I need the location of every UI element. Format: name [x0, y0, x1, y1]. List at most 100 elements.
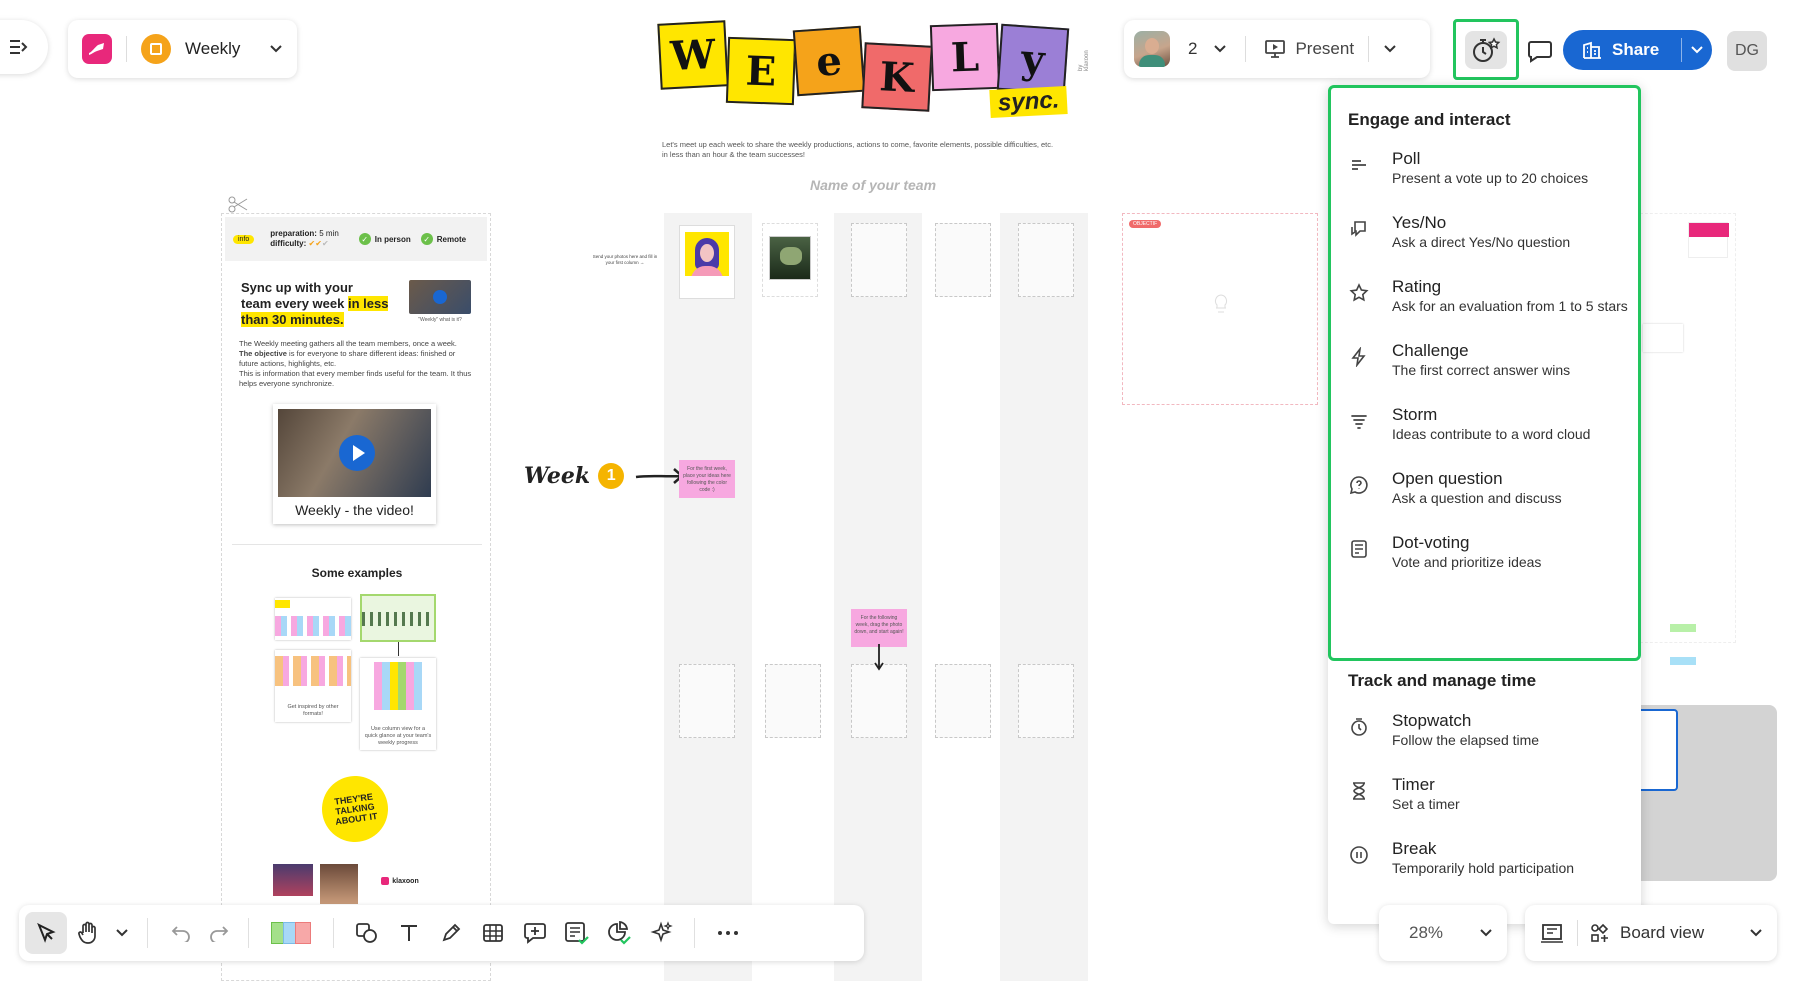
redo-icon [210, 926, 229, 942]
board-view-button[interactable]: Board view [1590, 923, 1763, 943]
menu-item-desc: Ask for an evaluation from 1 to 5 stars [1392, 298, 1628, 314]
menu-item-poll[interactable]: Poll Present a vote up to 20 choices [1328, 144, 1641, 208]
photo-slot[interactable] [679, 664, 735, 738]
sticky-note[interactable]: For the following week, drag the photo d… [851, 609, 907, 647]
select-tool-button[interactable] [25, 912, 67, 954]
more-button[interactable] [707, 912, 749, 954]
objective-frame: OBJECTIF [1122, 213, 1318, 405]
menu-item-timer[interactable]: Timer Set a timer [1328, 770, 1641, 834]
photo-slot[interactable] [762, 223, 818, 297]
building-icon [1583, 41, 1601, 59]
press-thumb[interactable] [320, 864, 358, 904]
example-thumb[interactable]: Get inspired by other formats! [275, 650, 351, 722]
menu-item-title: Rating [1392, 277, 1442, 296]
photo-slot[interactable] [1018, 664, 1074, 738]
photo-slot[interactable] [679, 225, 735, 299]
example-thumb[interactable] [360, 594, 436, 642]
stopwatch-icon [1349, 717, 1369, 737]
example-thumb[interactable]: Use column view for a quick glance at yo… [360, 658, 436, 750]
talking-badge: THEY'RE TALKING ABOUT IT [317, 771, 393, 847]
avatar[interactable] [1134, 31, 1170, 67]
in-person-label: In person [374, 234, 411, 244]
time-section-title: Track and manage time [1348, 671, 1537, 690]
star-icon [1349, 283, 1369, 303]
text-button[interactable] [388, 912, 430, 954]
photo-slot[interactable] [935, 223, 991, 297]
redo-button[interactable] [202, 912, 236, 954]
pause-icon [1349, 845, 1369, 865]
menu-item-title: Break [1392, 839, 1437, 858]
pen-button[interactable] [430, 912, 472, 954]
menu-item-open-question[interactable]: Open question Ask a question and discuss [1328, 464, 1641, 528]
menu-item-dot-voting[interactable]: Dot-voting Vote and prioritize ideas [1328, 528, 1641, 592]
menu-item-storm[interactable]: Storm Ideas contribute to a word cloud [1328, 400, 1641, 464]
chevron-down-icon[interactable] [115, 928, 129, 938]
photo-slot[interactable] [935, 664, 991, 738]
menu-item-desc: Set a timer [1392, 796, 1460, 812]
sticky-note[interactable]: For the first week, place your ideas her… [679, 460, 735, 498]
sticky-notes-button[interactable] [261, 912, 321, 954]
form-check-icon [565, 922, 589, 945]
minimap[interactable] [1633, 705, 1777, 881]
check-icon: ✓ [358, 233, 371, 245]
klaxoon-logo[interactable] [82, 34, 112, 64]
table-button[interactable] [472, 912, 514, 954]
activities-button[interactable] [1465, 31, 1507, 69]
shapes-button[interactable] [346, 912, 388, 954]
scissors-icon [228, 196, 248, 214]
chevron-down-icon[interactable] [1383, 44, 1397, 54]
example-thumb[interactable] [275, 598, 351, 640]
share-button[interactable]: Share [1563, 30, 1659, 70]
info-panel: info preparation: 5 min difficulty: ✔✔✔ … [221, 213, 491, 981]
board-title-bar: Weekly [68, 20, 297, 78]
comments-button[interactable] [1521, 32, 1559, 70]
text-icon [401, 925, 417, 941]
table-icon [483, 924, 503, 942]
chevron-down-icon[interactable] [1213, 44, 1227, 54]
video-card[interactable]: Weekly - the video! [273, 404, 436, 524]
undo-button[interactable] [160, 912, 202, 954]
chart-check-icon [608, 921, 631, 945]
pan-tool-button[interactable] [67, 912, 109, 954]
menu-item-title: Yes/No [1392, 213, 1447, 232]
photo-slot[interactable] [851, 664, 907, 738]
avatar [769, 236, 811, 280]
weekly-banner: WEeKLy sync. by klaxoon [655, 14, 1095, 134]
menu-item-rating[interactable]: Rating Ask for an evaluation from 1 to 5 … [1328, 272, 1641, 336]
play-icon[interactable] [339, 435, 375, 471]
photo-slot[interactable] [765, 664, 821, 738]
zoom-control[interactable]: 28% [1379, 905, 1507, 961]
klaxoon-press-card[interactable]: klaxoon [364, 866, 436, 896]
template-button[interactable] [556, 912, 598, 954]
check-icon: ✓ [420, 233, 433, 245]
sidebar-toggle-button[interactable] [0, 20, 48, 74]
collaborators-count: 2 [1188, 39, 1198, 58]
sync-label: sync. [989, 85, 1069, 119]
menu-item-break[interactable]: Break Temporarily hold participation [1328, 834, 1641, 898]
menu-item-title: Open question [1392, 469, 1503, 488]
photo-slot[interactable] [1018, 223, 1074, 297]
frame-icon[interactable] [1539, 922, 1565, 944]
board-view-label: Board view [1620, 923, 1705, 942]
menu-item-yes-no[interactable]: Yes/No Ask a direct Yes/No question [1328, 208, 1641, 272]
share-options-button[interactable] [1682, 30, 1712, 70]
storm-icon [1349, 411, 1369, 431]
present-button[interactable]: Present [1264, 39, 1354, 59]
press-thumb[interactable] [273, 864, 313, 896]
activities-tool-button[interactable] [598, 912, 640, 954]
add-comment-button[interactable] [514, 912, 556, 954]
video-thumbnail[interactable] [409, 280, 471, 314]
ai-button[interactable] [640, 912, 682, 954]
user-avatar[interactable]: DG [1727, 31, 1767, 71]
shapes-icon [356, 923, 377, 943]
menu-item-stopwatch[interactable]: Stopwatch Follow the elapsed time [1328, 706, 1641, 770]
board-name[interactable]: Weekly [185, 39, 240, 59]
poll-icon [1349, 155, 1369, 175]
view-controls: Board view [1525, 905, 1777, 961]
team-name-placeholder[interactable]: Name of your team [810, 177, 936, 193]
photo-slot[interactable] [851, 223, 907, 297]
activities-menu: Engage and interact Poll Present a vote u… [1328, 85, 1641, 924]
banner-credit: by klaxoon [1078, 50, 1090, 71]
menu-item-challenge[interactable]: Challenge The first correct answer wins [1328, 336, 1641, 400]
chevron-down-icon[interactable] [269, 44, 283, 54]
